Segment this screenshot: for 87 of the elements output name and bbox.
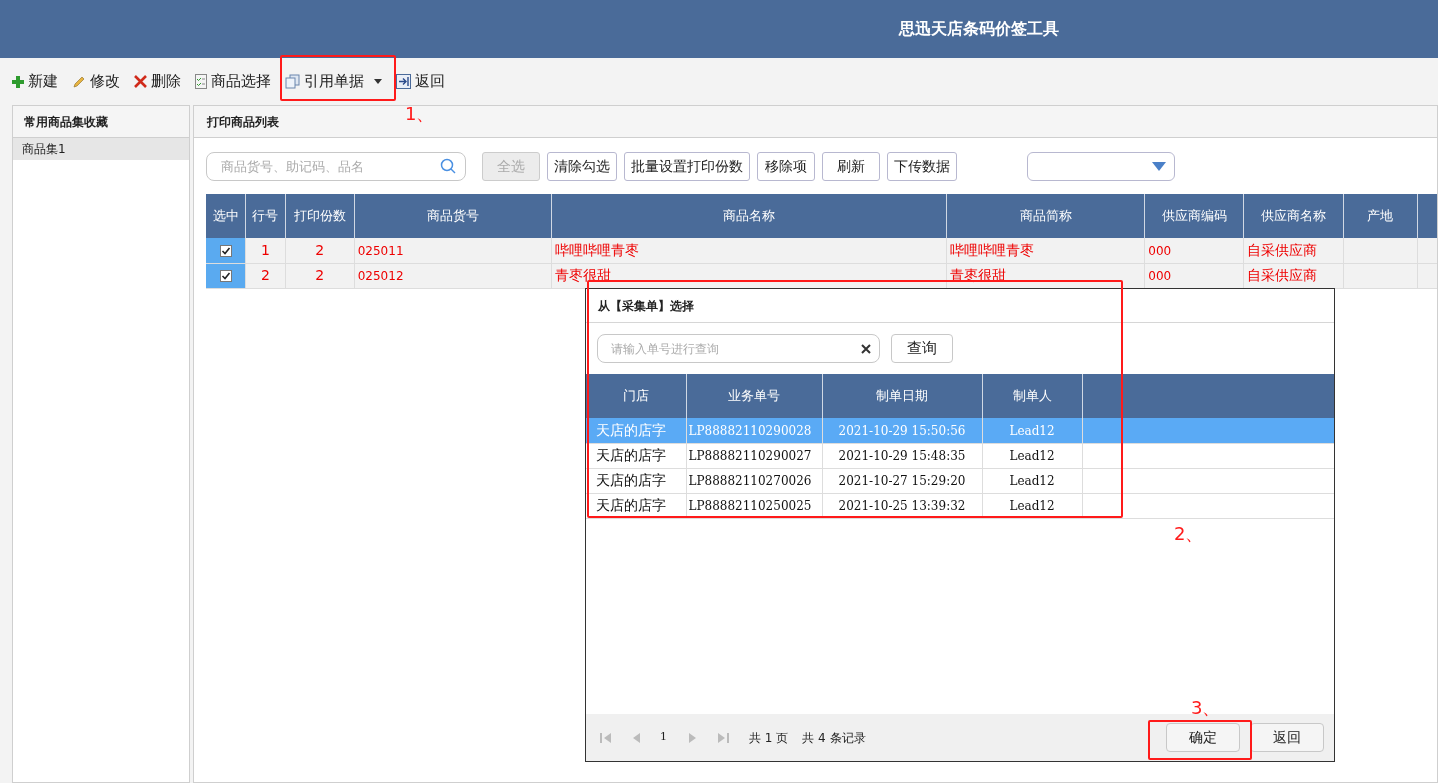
panel-title: 打印商品列表	[207, 113, 279, 131]
column-header: 制单日期	[822, 374, 982, 418]
table-cell: 天店的店字	[596, 447, 666, 463]
search-field[interactable]: 请输入单号进行查询	[597, 334, 880, 363]
toolbar-button[interactable]: 移除项	[757, 151, 815, 181]
toolbar-button[interactable]: 刷新	[822, 151, 880, 181]
column-header: 业务单号	[686, 374, 822, 418]
documents-icon	[285, 74, 300, 89]
table-cell: 000	[1148, 268, 1172, 283]
toolbar-button[interactable]: 清除勾选	[547, 151, 617, 181]
table-cell: 自采供应商	[1247, 267, 1318, 283]
table-cell: LP88882110270026	[688, 473, 812, 488]
next-page-icon[interactable]	[689, 731, 697, 744]
column-header: 商品名称	[551, 194, 947, 238]
table-cell: 天店的店字	[596, 472, 666, 488]
page-count: 共 1 页	[749, 729, 789, 747]
step-label: 3、	[1191, 696, 1221, 720]
step-label: 1、	[405, 102, 435, 126]
step-label: 2、	[1174, 522, 1204, 546]
dialog-title: 从【采集单】选择	[598, 297, 694, 315]
table-cell: 2021-10-29 15:48:35	[838, 448, 966, 463]
sidebar-item[interactable]: 商品集1	[13, 138, 189, 160]
search-field[interactable]: 商品货号、助记码、品名	[206, 151, 466, 181]
panel-title: 常用商品集收藏	[24, 113, 108, 131]
table-cell: 天店的店字	[596, 497, 666, 513]
table-cell: 2	[315, 241, 325, 258]
clear-icon[interactable]	[861, 344, 871, 354]
table-cell: 自采供应商	[1247, 241, 1318, 258]
column-header: 制单人	[982, 374, 1082, 418]
search-icon	[440, 157, 456, 174]
table-cell: LP88882110250025	[688, 498, 812, 513]
table-cell: Lead12	[1009, 473, 1055, 488]
dialog-button[interactable]: 确定	[1166, 723, 1240, 752]
column-header: 行号	[245, 194, 286, 238]
table-cell: 哔哩哔哩青枣	[555, 241, 640, 258]
table-row[interactable]: 天店的店字 LP88882110290027 2021-10-29 15:48:35 Lead12	[586, 443, 1334, 468]
dropdown-field[interactable]	[1027, 151, 1175, 181]
query-button[interactable]: 查询	[891, 334, 953, 363]
table-cell: 000	[1148, 243, 1172, 258]
checklist-icon	[195, 74, 207, 89]
toolbar-button[interactable]: 删除	[132, 66, 183, 97]
page-number: 1	[660, 729, 667, 746]
record-count: 共 4 条记录	[802, 729, 866, 747]
exit-icon	[396, 74, 411, 89]
table-cell: 1	[260, 241, 270, 258]
column-header: 商品简称	[946, 194, 1145, 238]
column-header: 产地	[1343, 194, 1418, 238]
column-header: 供应商名称	[1243, 194, 1344, 238]
table-cell: 2021-10-29 15:50:56	[838, 423, 966, 438]
previous-page-icon[interactable]	[632, 731, 640, 744]
table-cell: LP88882110290028	[688, 423, 812, 438]
dialog-button[interactable]: 返回	[1250, 723, 1324, 752]
first-page-icon[interactable]	[600, 731, 612, 744]
table-cell: LP88882110290027	[688, 448, 812, 463]
close-icon	[134, 75, 147, 88]
table-cell: 2021-10-27 15:29:20	[838, 473, 966, 488]
checkbox[interactable]	[219, 270, 232, 283]
toolbar-button[interactable]: 新建	[10, 66, 60, 97]
column-header: 打印份数	[285, 194, 355, 238]
toolbar-button[interactable]: 引用单据	[283, 66, 384, 97]
table-cell: 2	[260, 267, 270, 283]
table-cell: Lead12	[1009, 448, 1055, 463]
column-header: 门店	[586, 374, 686, 418]
header-filler	[1417, 194, 1437, 238]
table-cell: 025012	[357, 268, 404, 283]
column-header: 供应商编码	[1144, 194, 1244, 238]
column-header: 选中	[206, 194, 246, 238]
checkbox[interactable]	[219, 245, 232, 257]
table-cell: 2	[315, 267, 325, 283]
last-page-icon[interactable]	[717, 731, 729, 744]
toolbar-button[interactable]: 修改	[70, 66, 122, 97]
caret-icon	[1152, 161, 1166, 171]
table-cell: Lead12	[1009, 498, 1055, 513]
toolbar-button[interactable]: 批量设置打印份数	[624, 151, 750, 181]
table-cell: 2021-10-25 13:39:32	[838, 498, 966, 513]
window-title: 思迅天店条码价签工具	[899, 18, 1059, 40]
toolbar-button[interactable]: 商品选择	[193, 66, 273, 97]
table-row[interactable]: 天店的店字 LP88882110270026 2021-10-27 15:29:20 Lead12	[586, 468, 1334, 493]
table-cell: 哔哩哔哩青枣	[950, 241, 1035, 258]
table-cell: 025011	[357, 243, 404, 258]
table-cell: 天店的店字	[596, 421, 666, 438]
column-header: 商品货号	[354, 194, 552, 238]
pencil-icon	[72, 74, 86, 89]
table-cell: Lead12	[1009, 423, 1055, 438]
toolbar-button[interactable]: 返回	[394, 66, 447, 97]
toolbar-button[interactable]: 下传数据	[887, 151, 957, 181]
plus-icon	[12, 75, 24, 88]
